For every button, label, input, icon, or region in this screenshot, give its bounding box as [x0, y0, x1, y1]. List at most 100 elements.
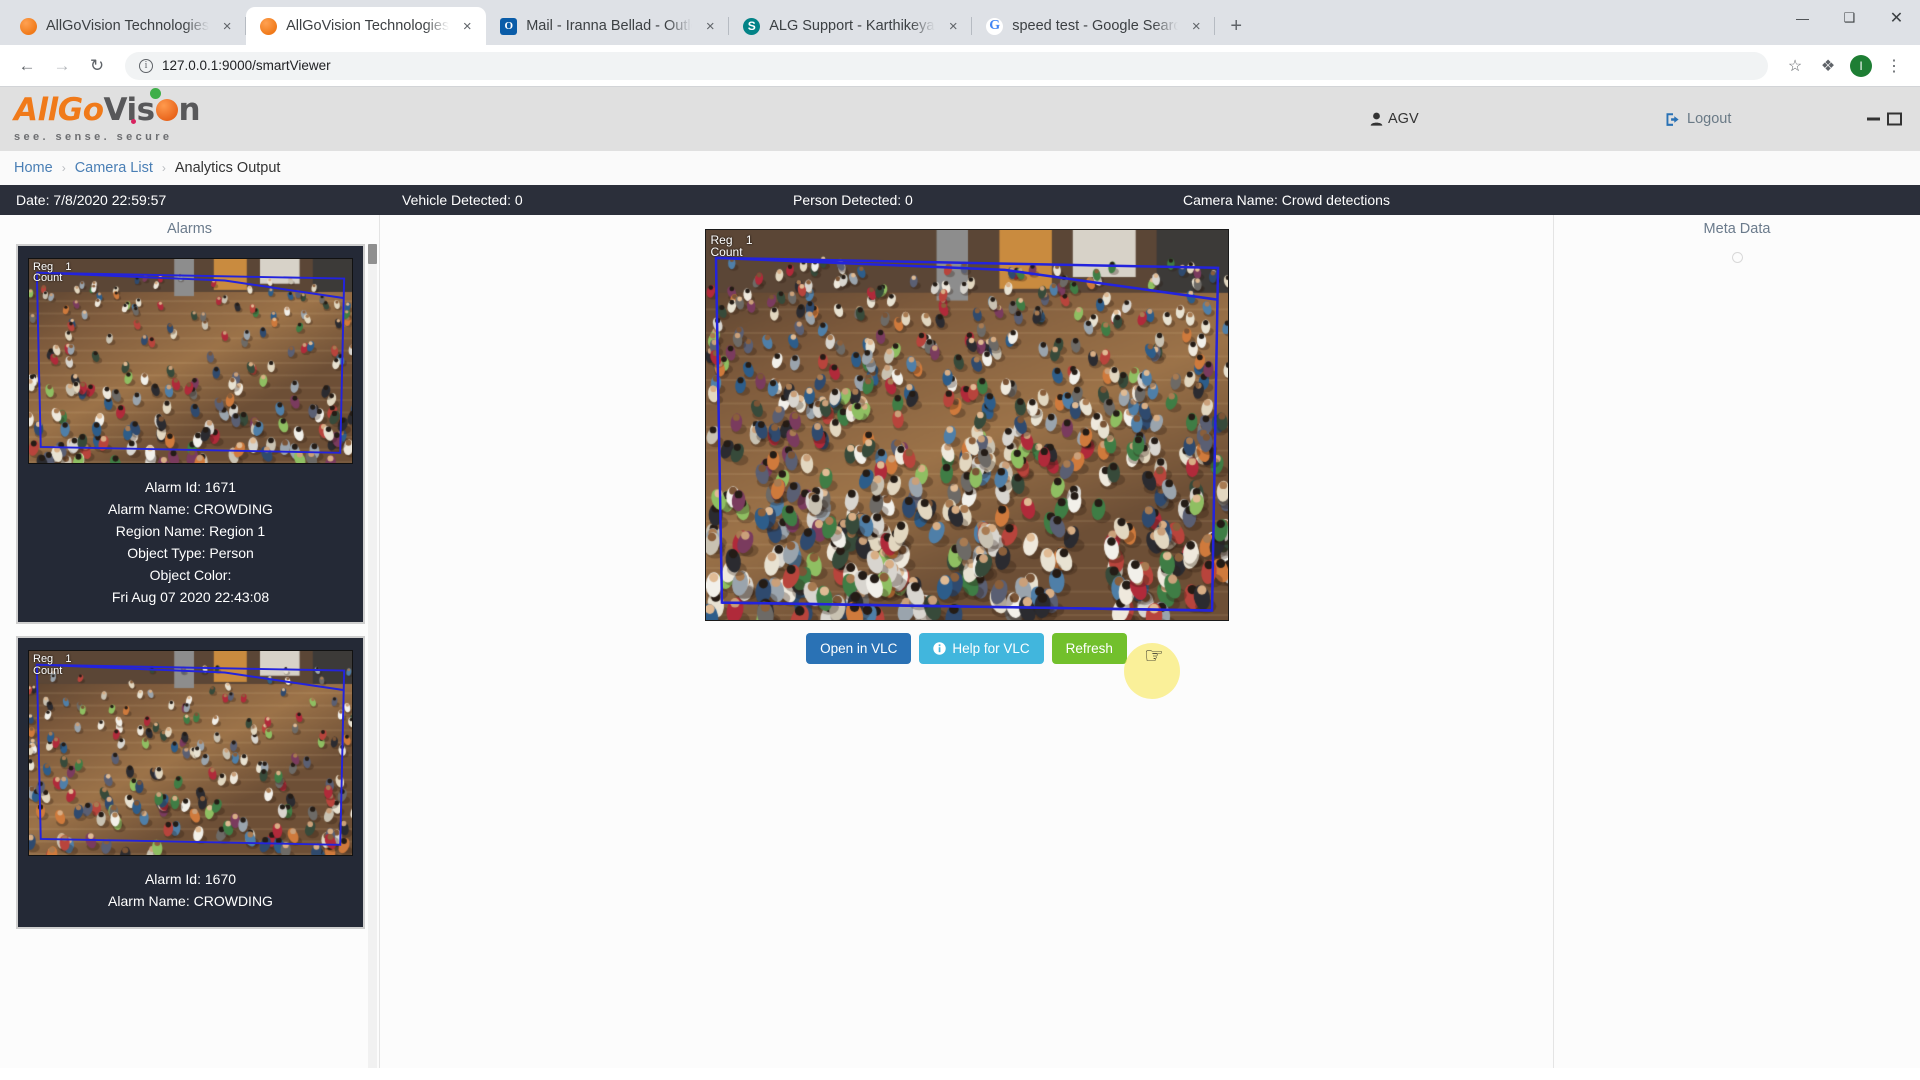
- browser-window-controls: — ❑ ✕: [1779, 0, 1920, 36]
- logo-red-dot-icon: [131, 119, 136, 124]
- logo-green-dot-icon: [150, 88, 161, 99]
- breadcrumb-separator: ›: [161, 161, 166, 175]
- region-count-overlay: Reg 1 Count: [710, 233, 753, 260]
- alarm-id: Alarm Id: 1670: [144, 871, 237, 888]
- alarm-name: Alarm Name: CROWDING: [108, 500, 273, 517]
- meta-data-panel: Meta Data: [1554, 215, 1920, 1080]
- region-polygon-overlay: [714, 256, 1219, 612]
- logo-orb-icon: [155, 99, 178, 121]
- alarms-panel-title: Alarms: [0, 215, 379, 244]
- alarm-thumbnail[interactable]: Reg 1 Count: [28, 258, 353, 464]
- bookmark-star-icon[interactable]: ☆: [1781, 52, 1809, 80]
- extensions-puzzle-icon[interactable]: ❖: [1814, 52, 1842, 80]
- new-tab-button[interactable]: +: [1221, 11, 1251, 41]
- breadcrumb-item-camera-list[interactable]: Camera List: [75, 160, 153, 176]
- click-highlight: [1124, 643, 1181, 699]
- open-in-vlc-button[interactable]: Open in VLC: [806, 633, 912, 664]
- site-info-icon[interactable]: i: [139, 58, 153, 73]
- alarm-object-type: Object Type: Person: [127, 544, 254, 561]
- alarms-scrollbar-thumb[interactable]: [368, 244, 377, 264]
- header-user[interactable]: AGV: [1370, 111, 1419, 127]
- breadcrumb-separator: ›: [61, 161, 66, 175]
- window-minimize-button[interactable]: —: [1779, 0, 1826, 36]
- main-panels: Alarms Reg 1 Count Alarm Id: 1671 Alarm …: [0, 215, 1920, 1080]
- logo-allgo-text: AllGo: [14, 92, 104, 128]
- alarm-details: Alarm Id: 1670 Alarm Name: CROWDING: [28, 856, 353, 913]
- region-count-overlay: Reg 1 Count: [33, 653, 72, 677]
- page-content: AllGo Vis n see. sense. secure AGV Logou…: [0, 87, 1920, 1080]
- meta-data-panel-title: Meta Data: [1703, 215, 1771, 244]
- sharepoint-icon: S: [743, 17, 761, 35]
- logout-button[interactable]: Logout: [1665, 111, 1731, 127]
- allgovision-logo[interactable]: AllGo Vis n see. sense. secure: [14, 88, 201, 143]
- browser-tab-2[interactable]: AllGoVision Technologies ×: [246, 7, 487, 45]
- tab-close-icon[interactable]: ×: [458, 17, 476, 35]
- help-for-vlc-button[interactable]: Help for VLC: [919, 633, 1044, 664]
- logout-label: Logout: [1687, 111, 1732, 127]
- logo-wordmark: AllGo Vis n: [14, 88, 201, 128]
- alarm-details: Alarm Id: 1671 Alarm Name: CROWDING Regi…: [28, 464, 353, 608]
- reload-icon[interactable]: ↻: [82, 51, 112, 81]
- status-person-detected: Person Detected: 0: [793, 192, 913, 208]
- alarm-region-name: Region Name: Region 1: [115, 522, 266, 539]
- url-text: 127.0.0.1:9000/smartViewer: [162, 58, 331, 73]
- google-icon: G: [986, 17, 1004, 35]
- page-bottom-strip: [0, 1068, 1920, 1080]
- window-maximize-button[interactable]: ❑: [1826, 0, 1873, 36]
- tab-title: ALG Support - Karthikeyan - All D: [769, 18, 936, 34]
- status-bar: Date: 7/8/2020 22:59:57 Vehicle Detected…: [0, 185, 1920, 215]
- address-bar[interactable]: i 127.0.0.1:9000/smartViewer: [125, 51, 1768, 80]
- alarm-card[interactable]: Reg 1 Count Alarm Id: 1670 Alarm Name: C…: [16, 636, 365, 930]
- alarm-timestamp: Fri Aug 07 2020 22:43:08: [111, 588, 270, 605]
- outlook-icon: O: [500, 17, 518, 35]
- status-date: Date: 7/8/2020 22:59:57: [16, 192, 167, 208]
- tab-close-icon[interactable]: ×: [1187, 17, 1205, 35]
- browser-tab-1[interactable]: AllGoVision Technologies ×: [6, 7, 247, 45]
- region-polygon-overlay: [35, 271, 346, 454]
- help-for-vlc-label: Help for VLC: [952, 641, 1030, 656]
- tab-title: Mail - Iranna Bellad - Outlook: [526, 18, 692, 34]
- back-icon[interactable]: ←: [12, 51, 42, 81]
- logo-tagline: see. sense. secure: [14, 131, 173, 143]
- region-polygon-overlay: [35, 664, 346, 847]
- alarms-panel: Alarms Reg 1 Count Alarm Id: 1671 Alarm …: [0, 215, 380, 1080]
- logo-vis-text: Vis: [103, 92, 156, 128]
- browser-toolbar: ← → ↻ i 127.0.0.1:9000/smartViewer ☆ ❖ I…: [0, 45, 1920, 87]
- app-minimize-icon[interactable]: [1867, 117, 1880, 121]
- profile-avatar[interactable]: I: [1850, 54, 1872, 77]
- logo-n-text: n: [178, 92, 201, 128]
- browser-tab-4[interactable]: S ALG Support - Karthikeyan - All D ×: [729, 7, 973, 45]
- agv-orb-icon: [20, 17, 37, 35]
- alarm-card[interactable]: Reg 1 Count Alarm Id: 1671 Alarm Name: C…: [16, 244, 365, 625]
- tab-close-icon[interactable]: ×: [944, 17, 962, 35]
- tab-title: AllGoVision Technologies: [46, 18, 210, 34]
- forward-icon[interactable]: →: [47, 51, 77, 81]
- mouse-cursor-pointer: ☞: [1144, 643, 1164, 668]
- browser-menu-icon[interactable]: ⋮: [1880, 52, 1908, 80]
- agv-orb-icon: [260, 17, 278, 35]
- status-vehicle-detected: Vehicle Detected: 0: [402, 192, 523, 208]
- app-header: AllGo Vis n see. sense. secure AGV Logou…: [0, 87, 1920, 151]
- status-camera-name: Camera Name: Crowd detections: [1183, 192, 1390, 208]
- refresh-button[interactable]: Refresh: [1051, 633, 1127, 664]
- user-icon: [1370, 112, 1383, 126]
- window-close-button[interactable]: ✕: [1873, 0, 1920, 36]
- tab-close-icon[interactable]: ×: [218, 17, 236, 35]
- browser-tab-3[interactable]: O Mail - Iranna Bellad - Outlook ×: [486, 7, 730, 45]
- info-icon: [933, 642, 947, 655]
- tab-close-icon[interactable]: ×: [701, 17, 719, 35]
- browser-tab-5[interactable]: G speed test - Google Search ×: [972, 7, 1216, 45]
- video-panel: Reg 1 Count Open in VLC Help for VLC Ref…: [380, 215, 1554, 1080]
- logout-icon: [1666, 112, 1679, 126]
- browser-window: AllGoVision Technologies × AllGoVision T…: [0, 0, 1920, 1080]
- live-video-player[interactable]: Reg 1 Count: [704, 229, 1229, 621]
- alarms-list[interactable]: Reg 1 Count Alarm Id: 1671 Alarm Name: C…: [0, 244, 379, 1080]
- alarm-name: Alarm Name: CROWDING: [108, 893, 273, 910]
- breadcrumb-item-home[interactable]: Home: [14, 160, 53, 176]
- app-maximize-icon[interactable]: [1887, 112, 1902, 126]
- loading-spinner-icon: [1731, 252, 1743, 263]
- alarms-scrollbar[interactable]: [368, 244, 377, 1080]
- alarm-object-color: Object Color:: [149, 566, 232, 583]
- alarm-thumbnail[interactable]: Reg 1 Count: [28, 650, 353, 857]
- breadcrumb-item-analytics-output: Analytics Output: [174, 160, 281, 176]
